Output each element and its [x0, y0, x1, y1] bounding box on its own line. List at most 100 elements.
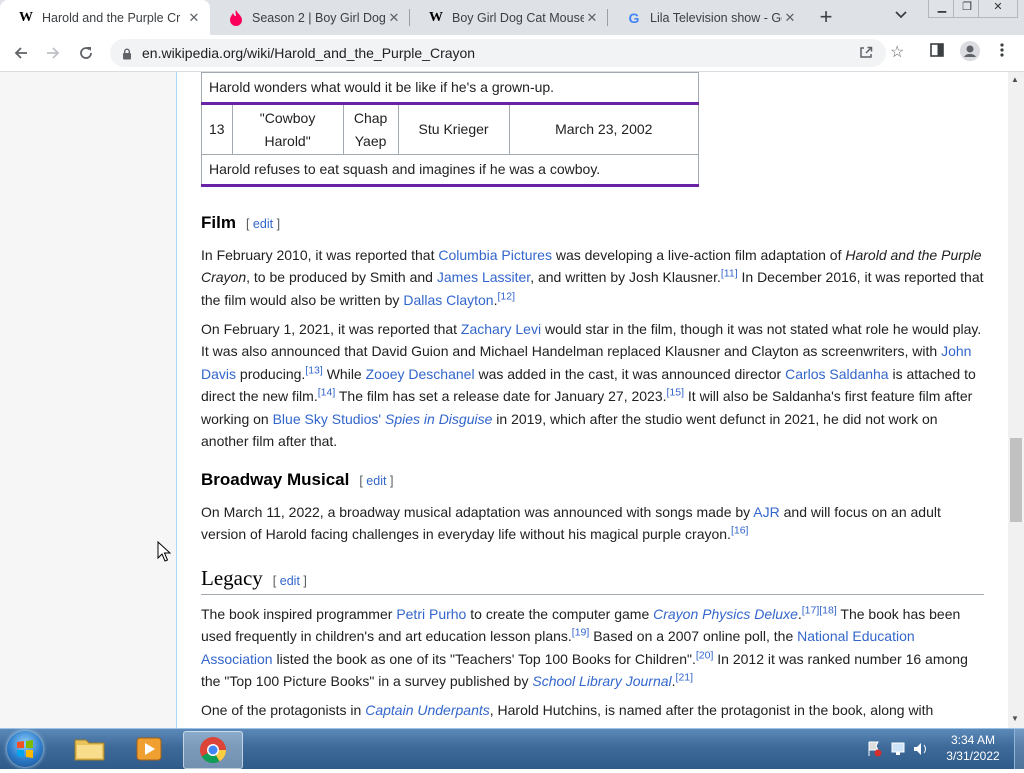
tab-lila-google[interactable]: G Lila Television show - Goo ✕ [608, 0, 806, 35]
page-scrollbar[interactable]: ▲ ▼ [1008, 72, 1024, 728]
episode-summary: Harold wonders what would it be like if … [201, 72, 699, 105]
reference-link[interactable]: [15] [667, 387, 685, 399]
reload-icon[interactable] [74, 41, 98, 65]
link-zachary-levi[interactable]: Zachary Levi [461, 321, 541, 337]
episode-title: "Cowboy Harold" [231, 103, 344, 155]
url-text[interactable]: en.wikipedia.org/wiki/Harold_and_the_Pur… [142, 45, 475, 61]
film-heading: Film[ edit ] [201, 213, 281, 232]
film-paragraph-2: On February 1, 2021, it was reported tha… [201, 321, 982, 450]
taskbar-media-player[interactable] [120, 731, 178, 767]
tab-strip: W Harold and the Purple Cr ✕ Season 2 | … [0, 0, 1024, 35]
link-blue-sky-studios[interactable]: Blue Sky Studios' [273, 411, 382, 427]
episode-number: 13 [201, 103, 233, 155]
network-icon[interactable] [891, 742, 905, 755]
bookmark-star-icon[interactable]: ☆ [890, 42, 904, 62]
chrome-icon [200, 737, 227, 764]
close-tab-icon[interactable]: ✕ [782, 10, 798, 26]
close-tab-icon[interactable]: ✕ [584, 10, 600, 26]
episode-summary: Harold refuses to eat squash and imagine… [201, 154, 699, 187]
new-tab-button[interactable]: + [815, 6, 837, 28]
episode-table: Harold wonders what would it be like if … [201, 72, 700, 187]
close-tab-icon[interactable]: ✕ [186, 10, 202, 26]
table-row: Harold wonders what would it be like if … [201, 72, 699, 105]
film-paragraph-1: In February 2010, it was reported that C… [201, 247, 984, 308]
tab-title: Boy Girl Dog Cat Mouse C [452, 10, 584, 25]
windows-taskbar: 3:34 AM 3/31/2022 [0, 728, 1024, 769]
tab-season-2[interactable]: Season 2 | Boy Girl Dog C ✕ [210, 0, 410, 35]
wikipedia-w-icon: W [429, 9, 443, 25]
reference-link[interactable]: [21] [676, 672, 694, 684]
reference-link[interactable]: [13] [305, 364, 323, 376]
link-ajr[interactable]: AJR [753, 504, 779, 520]
edit-section-link[interactable]: [ edit ] [359, 474, 393, 488]
browser-toolbar: en.wikipedia.org/wiki/Harold_and_the_Pur… [0, 35, 1024, 72]
google-g-icon: G [628, 9, 640, 26]
edit-section-link[interactable]: [ edit ] [246, 217, 280, 231]
tab-boy-girl-dog[interactable]: W Boy Girl Dog Cat Mouse C ✕ [410, 0, 608, 35]
folder-icon [74, 739, 105, 761]
link-dallas-clayton[interactable]: Dallas Clayton [403, 292, 493, 308]
broadway-paragraph: On March 11, 2022, a broadway musical ad… [201, 504, 941, 543]
link-james-lassiter[interactable]: James Lassiter [437, 269, 530, 285]
start-button[interactable] [7, 731, 43, 767]
taskbar-chrome[interactable] [183, 731, 243, 769]
minimize-window-icon[interactable]: ▁ [928, 0, 956, 18]
reference-link[interactable]: [14] [318, 387, 336, 399]
tab-title: Harold and the Purple Cr [42, 10, 181, 25]
close-tab-icon[interactable]: ✕ [386, 10, 402, 26]
scroll-down-arrow-icon[interactable]: ▼ [1011, 714, 1019, 723]
clock-time: 3:34 AM [950, 733, 996, 747]
edit-section-link[interactable]: [ edit ] [273, 574, 307, 588]
tab-search-chevron-icon[interactable] [895, 8, 907, 22]
tab-harold[interactable]: W Harold and the Purple Cr ✕ [0, 0, 210, 35]
reference-link[interactable]: [11] [721, 268, 738, 280]
episode-writer: Stu Krieger [397, 103, 510, 155]
link-columbia-pictures[interactable]: Columbia Pictures [438, 247, 552, 263]
show-desktop-button[interactable] [1014, 729, 1024, 769]
reference-link[interactable]: [20] [696, 649, 714, 661]
volume-icon[interactable] [914, 743, 926, 755]
more-menu-icon[interactable] [1000, 42, 1004, 63]
table-row: 13 "Cowboy Harold" Chap Yaep Stu Krieger… [201, 103, 700, 155]
scroll-up-arrow-icon[interactable]: ▲ [1011, 75, 1019, 84]
reference-link[interactable]: [19] [572, 627, 590, 639]
link-crayon-physics-deluxe[interactable]: Crayon Physics Deluxe [653, 606, 798, 622]
link-school-library-journal[interactable]: School Library Journal [532, 673, 671, 689]
address-bar[interactable]: en.wikipedia.org/wiki/Harold_and_the_Pur… [110, 39, 904, 67]
restore-window-icon[interactable]: ❐ [953, 0, 981, 18]
tab-title: Lila Television show - Goo [650, 10, 782, 25]
wikipedia-page: Harold wonders what would it be like if … [0, 72, 1024, 728]
left-sidebar [0, 72, 177, 728]
lock-icon[interactable] [122, 47, 132, 65]
reference-link[interactable]: [18] [819, 604, 837, 616]
side-panel-icon[interactable] [929, 42, 945, 63]
link-carlos-saldanha[interactable]: Carlos Saldanha [785, 366, 889, 382]
reference-link[interactable]: [17] [802, 604, 820, 616]
share-icon[interactable] [858, 44, 874, 65]
taskbar-clock[interactable]: 3:34 AM 3/31/2022 [938, 732, 1008, 764]
close-window-icon[interactable]: ✕ [978, 0, 1018, 18]
back-arrow-icon[interactable] [9, 41, 33, 65]
reference-link[interactable]: [16] [731, 525, 749, 537]
taskbar-file-explorer[interactable] [60, 731, 118, 767]
legacy-heading: Legacy[ edit ] [201, 567, 984, 596]
link-captain-underpants[interactable]: Captain Underpants [365, 702, 490, 718]
tab-title: Season 2 | Boy Girl Dog C [252, 10, 386, 25]
windows-logo-icon [17, 740, 33, 758]
link-spies-in-disguise[interactable]: Spies in Disguise [385, 411, 492, 427]
action-center-flag-icon[interactable] [868, 741, 882, 757]
reference-link[interactable]: [12] [497, 290, 515, 302]
fandom-flame-icon [228, 9, 244, 26]
mouse-cursor-icon [157, 541, 171, 562]
legacy-paragraph-2: One of the protagonists in Captain Under… [201, 702, 934, 718]
profile-avatar-icon[interactable] [960, 41, 980, 66]
link-petri-purho[interactable]: Petri Purho [396, 606, 466, 622]
table-row: Harold refuses to eat squash and imagine… [201, 154, 699, 187]
forward-arrow-icon[interactable] [41, 41, 65, 65]
broadway-heading: Broadway Musical[ edit ] [201, 470, 394, 489]
link-zooey-deschanel[interactable]: Zooey Deschanel [366, 366, 475, 382]
wikipedia-w-icon: W [19, 9, 33, 25]
scrollbar-thumb[interactable] [1010, 438, 1022, 522]
media-player-icon [136, 737, 162, 761]
legacy-paragraph-1: The book inspired programmer Petri Purho… [201, 604, 968, 690]
